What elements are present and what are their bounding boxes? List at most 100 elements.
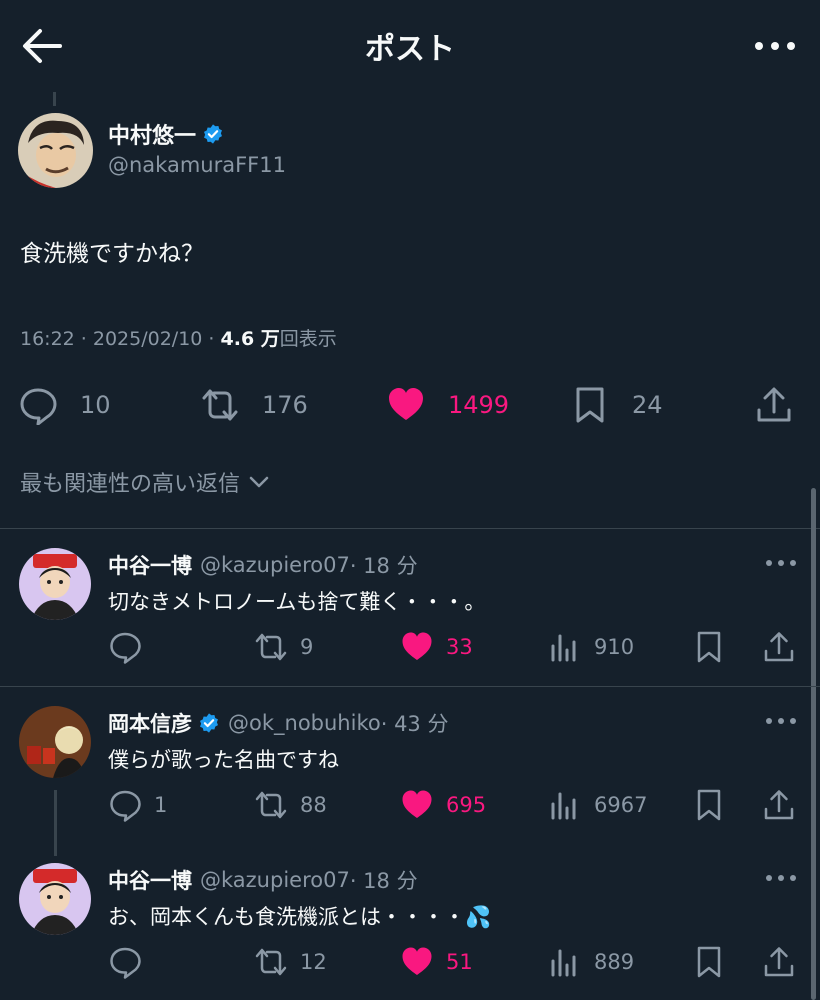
- bookmark-button[interactable]: 24: [570, 385, 663, 425]
- heart-filled-icon: [402, 632, 432, 660]
- chevron-down-icon: [249, 476, 269, 488]
- reply-item[interactable]: 中谷一博 @kazupiero07 · 18 分 お、岡本くんも食洗機派とは・・…: [0, 853, 820, 1000]
- bookmark-button[interactable]: [692, 945, 726, 979]
- repost-count: 9: [300, 635, 314, 659]
- like-count: 51: [446, 950, 473, 974]
- share-icon: [757, 387, 791, 422]
- reply-avatar[interactable]: [19, 706, 91, 778]
- more-options-icon[interactable]: [764, 871, 798, 885]
- reply-button[interactable]: 10: [18, 385, 111, 425]
- reply-header: 岡本信彦 @ok_nobuhiko · 43 分: [108, 708, 448, 738]
- post-text: 食洗機ですかね？: [20, 241, 204, 267]
- repost-count: 176: [262, 391, 308, 419]
- more-options-icon[interactable]: [764, 556, 798, 570]
- analytics-bar-icon: [551, 792, 576, 820]
- share-button[interactable]: [762, 630, 796, 664]
- bookmark-button[interactable]: [692, 788, 726, 822]
- reply-time: · 18 分: [349, 554, 418, 578]
- reply-item[interactable]: 岡本信彦 @ok_nobuhiko · 43 分 僕らが歌った名曲ですね 1 8…: [0, 696, 820, 846]
- reply-button[interactable]: [108, 630, 142, 664]
- post-timestamp[interactable]: 16:22 · 2025/02/10 ·: [20, 328, 221, 350]
- view-count: 6967: [594, 793, 648, 817]
- more-options-icon[interactable]: [764, 714, 798, 728]
- bookmark-button[interactable]: [692, 630, 726, 664]
- page-title: ポスト: [365, 32, 455, 67]
- reply-author-handle[interactable]: @ok_nobuhiko: [228, 711, 381, 735]
- repost-icon: [255, 948, 287, 976]
- view-count: 4.6 万: [220, 328, 280, 350]
- post-action-bar: 10 176 1499 24: [0, 380, 820, 430]
- reply-author-handle[interactable]: @kazupiero07: [200, 553, 350, 577]
- reply-avatar[interactable]: [19, 548, 91, 620]
- reply-time: · 18 分: [349, 869, 418, 893]
- like-button[interactable]: 33: [400, 630, 473, 664]
- more-options-icon[interactable]: [750, 28, 800, 64]
- reply-author-name[interactable]: 岡本信彦: [108, 708, 192, 738]
- view-count: 910: [594, 635, 635, 659]
- reply-text: お、岡本くんも食洗機派とは・・・・💦: [108, 901, 491, 931]
- repost-button[interactable]: 88: [254, 788, 327, 822]
- reply-action-bar: 1 88 695 6967: [0, 788, 820, 828]
- bookmark-icon: [697, 946, 721, 978]
- like-count: 695: [446, 793, 487, 817]
- author-name[interactable]: 中村悠一: [108, 118, 196, 150]
- reply-button[interactable]: [108, 945, 142, 979]
- author-name-row[interactable]: 中村悠一: [108, 118, 224, 150]
- heart-filled-icon: [402, 790, 432, 818]
- post-meta: 16:22 · 2025/02/10 · 4.6 万回表示: [20, 324, 337, 351]
- share-button[interactable]: [762, 788, 796, 822]
- share-button[interactable]: [754, 385, 794, 425]
- view-count: 889: [594, 950, 635, 974]
- sweat-emoji: 💦: [465, 905, 492, 929]
- reply-time: · 43 分: [380, 712, 449, 736]
- thread-connector: [53, 92, 56, 106]
- reply-count: 10: [80, 391, 111, 419]
- reply-action-bar: 12 51 889: [0, 945, 820, 985]
- views-button[interactable]: 6967: [548, 788, 647, 822]
- reply-text: 切なきメトロノームも捨て難く・・・。: [108, 590, 486, 614]
- thread-connector: [54, 790, 57, 856]
- repost-button[interactable]: 12: [254, 945, 327, 979]
- section-divider: [0, 528, 820, 529]
- repost-button[interactable]: 176: [200, 385, 308, 425]
- bookmark-icon: [697, 789, 721, 821]
- reply-sort-selector[interactable]: 最も関連性の高い返信: [20, 466, 270, 498]
- analytics-bar-icon: [551, 634, 576, 662]
- repost-button[interactable]: 9: [254, 630, 313, 664]
- view-label: 回表示: [279, 328, 337, 350]
- heart-filled-icon: [389, 388, 423, 420]
- bookmark-icon: [576, 387, 604, 423]
- reply-button[interactable]: 1: [108, 788, 167, 822]
- reply-header: 中谷一博 @kazupiero07 · 18 分: [108, 550, 418, 580]
- reply-author-name[interactable]: 中谷一博: [108, 550, 192, 580]
- share-icon: [764, 632, 794, 662]
- like-button[interactable]: 51: [400, 945, 473, 979]
- repost-icon: [255, 791, 287, 819]
- reply-author-handle[interactable]: @kazupiero07: [200, 868, 350, 892]
- views-button[interactable]: 889: [548, 945, 634, 979]
- like-count: 33: [446, 635, 473, 659]
- reply-icon: [110, 632, 141, 664]
- reply-text: 僕らが歌った名曲ですね: [108, 748, 339, 772]
- author-handle[interactable]: @nakamuraFF11: [108, 153, 286, 177]
- repost-count: 88: [300, 793, 327, 817]
- like-count: 1499: [448, 391, 510, 419]
- share-button[interactable]: [762, 945, 796, 979]
- repost-count: 12: [300, 950, 327, 974]
- reply-header: 中谷一博 @kazupiero07 · 18 分: [108, 865, 418, 895]
- bookmark-icon: [697, 631, 721, 663]
- repost-icon: [255, 633, 287, 661]
- verified-badge-icon: [204, 124, 222, 144]
- reply-avatar[interactable]: [19, 863, 91, 935]
- reply-icon: [110, 790, 141, 822]
- author-avatar[interactable]: [18, 113, 93, 188]
- views-button[interactable]: 910: [548, 630, 634, 664]
- repost-icon: [202, 389, 238, 421]
- bookmark-count: 24: [632, 391, 663, 419]
- reply-author-name[interactable]: 中谷一博: [108, 865, 192, 895]
- like-button[interactable]: 1499: [386, 385, 509, 425]
- reply-item[interactable]: 中谷一博 @kazupiero07 · 18 分 切なきメトロノームも捨て難く・…: [0, 538, 820, 688]
- top-bar: ポスト: [0, 0, 820, 92]
- reply-icon: [110, 947, 141, 979]
- like-button[interactable]: 695: [400, 788, 486, 822]
